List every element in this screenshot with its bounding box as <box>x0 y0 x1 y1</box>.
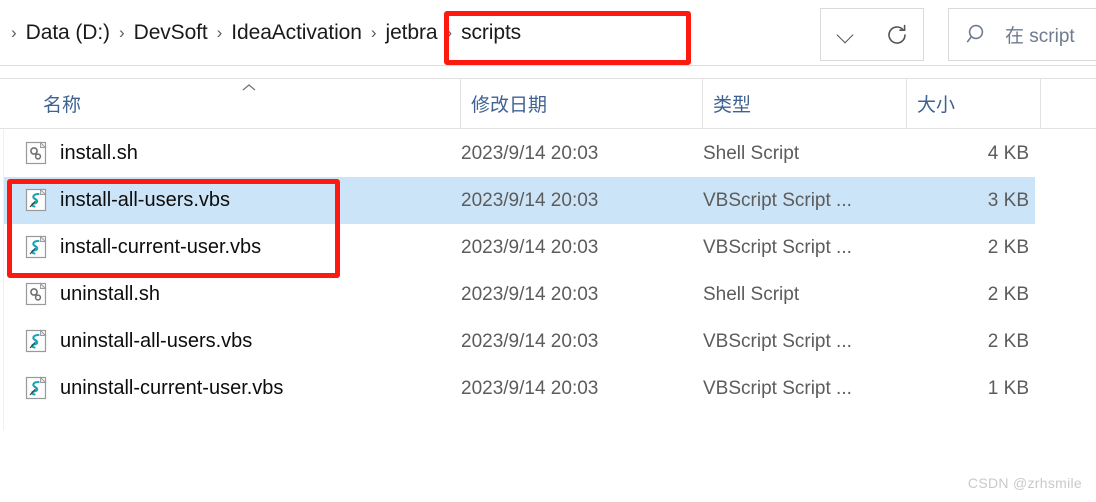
column-header-type-label: 类型 <box>713 95 752 116</box>
column-header-date-modified[interactable]: 修改日期 <box>460 79 702 128</box>
vbscript-file-icon <box>25 375 49 402</box>
file-name-label: uninstall-all-users.vbs <box>60 330 253 352</box>
file-date-cell: 2023/9/14 20:03 <box>461 189 599 211</box>
file-size-cell: 2 KB <box>987 330 1029 352</box>
shell-script-file-icon <box>25 140 49 167</box>
search-placeholder-text: 在 script <box>1005 26 1075 47</box>
breadcrumb-separator-leading: › <box>11 23 17 42</box>
breadcrumb-separator[interactable]: › <box>208 24 232 41</box>
breadcrumb-item-scripts[interactable]: scripts <box>461 21 521 45</box>
file-type-cell: VBScript Script ... <box>703 189 852 211</box>
table-row[interactable]: uninstall.sh 2023/9/14 20:03 Shell Scrip… <box>4 271 1035 318</box>
column-header-size-label: 大小 <box>917 95 956 116</box>
file-size-cell: 3 KB <box>987 189 1029 211</box>
sort-ascending-icon <box>241 79 257 91</box>
file-name-cell: install-current-user.vbs <box>4 234 461 261</box>
column-header-size[interactable]: 大小 <box>906 79 1040 128</box>
table-row[interactable]: install-current-user.vbs 2023/9/14 20:03… <box>4 224 1035 271</box>
breadcrumb: › Data (D:) › DevSoft › IdeaActivation ›… <box>0 0 521 65</box>
file-size-cell: 2 KB <box>987 283 1029 305</box>
vbscript-file-icon <box>25 234 49 261</box>
refresh-icon[interactable] <box>885 23 909 47</box>
file-name-cell: install.sh <box>4 140 461 167</box>
file-name-cell: uninstall-current-user.vbs <box>4 375 461 402</box>
table-row[interactable]: uninstall-all-users.vbs 2023/9/14 20:03 … <box>4 318 1035 365</box>
file-name-label: uninstall.sh <box>60 283 161 305</box>
file-date-cell: 2023/9/14 20:03 <box>461 330 599 352</box>
shell-script-file-icon <box>25 281 49 308</box>
file-date-cell: 2023/9/14 20:03 <box>461 283 599 305</box>
address-bar-controls <box>820 8 924 61</box>
table-row[interactable]: uninstall-current-user.vbs 2023/9/14 20:… <box>4 365 1035 412</box>
watermark: CSDN @zrhsmile <box>967 475 1082 491</box>
breadcrumb-separator[interactable]: › <box>110 24 134 41</box>
file-list: install.sh 2023/9/14 20:03 Shell Script … <box>3 130 1035 430</box>
column-header-type[interactable]: 类型 <box>702 79 906 128</box>
file-name-cell: uninstall-all-users.vbs <box>4 328 461 355</box>
column-header-name-label: 名称 <box>43 95 82 116</box>
breadcrumb-item-devsoft[interactable]: DevSoft <box>134 21 208 45</box>
search-icon <box>965 22 991 48</box>
search-box[interactable]: 在 script <box>948 8 1096 61</box>
file-name-label: install.sh <box>60 142 138 164</box>
file-type-cell: Shell Script <box>703 283 800 305</box>
file-name-label: install-current-user.vbs <box>60 236 262 258</box>
breadcrumb-item-jetbra[interactable]: jetbra <box>386 21 438 45</box>
file-date-cell: 2023/9/14 20:03 <box>461 377 599 399</box>
column-header-spacer <box>1040 79 1096 128</box>
file-explorer-window: › Data (D:) › DevSoft › IdeaActivation ›… <box>0 0 1096 502</box>
breadcrumb-item-ideaactivation[interactable]: IdeaActivation <box>231 21 362 45</box>
column-header-date-label: 修改日期 <box>471 95 548 116</box>
file-date-cell: 2023/9/14 20:03 <box>461 142 599 164</box>
file-type-cell: VBScript Script ... <box>703 377 852 399</box>
file-size-cell: 2 KB <box>987 236 1029 258</box>
file-name-label: install-all-users.vbs <box>60 189 231 211</box>
chevron-down-icon[interactable] <box>835 24 857 46</box>
file-name-label: uninstall-current-user.vbs <box>60 377 284 399</box>
breadcrumb-separator[interactable]: › <box>362 24 386 41</box>
file-date-cell: 2023/9/14 20:03 <box>461 236 599 258</box>
vbscript-file-icon <box>25 328 49 355</box>
file-size-cell: 4 KB <box>987 142 1029 164</box>
file-type-cell: VBScript Script ... <box>703 236 852 258</box>
breadcrumb-item-data[interactable]: Data (D:) <box>26 21 110 45</box>
breadcrumb-separator[interactable]: › <box>437 24 461 41</box>
file-name-cell: uninstall.sh <box>4 281 461 308</box>
address-bar: › Data (D:) › DevSoft › IdeaActivation ›… <box>0 0 1096 66</box>
file-type-cell: VBScript Script ... <box>703 330 852 352</box>
table-row[interactable]: install-all-users.vbs 2023/9/14 20:03 VB… <box>4 177 1035 224</box>
column-header-name[interactable]: 名称 <box>3 79 460 128</box>
file-name-cell: install-all-users.vbs <box>4 187 461 214</box>
file-type-cell: Shell Script <box>703 142 800 164</box>
table-row[interactable]: install.sh 2023/9/14 20:03 Shell Script … <box>4 130 1035 177</box>
column-header-row: 名称 修改日期 类型 大小 <box>0 78 1096 129</box>
file-size-cell: 1 KB <box>987 377 1029 399</box>
vbscript-file-icon <box>25 187 49 214</box>
